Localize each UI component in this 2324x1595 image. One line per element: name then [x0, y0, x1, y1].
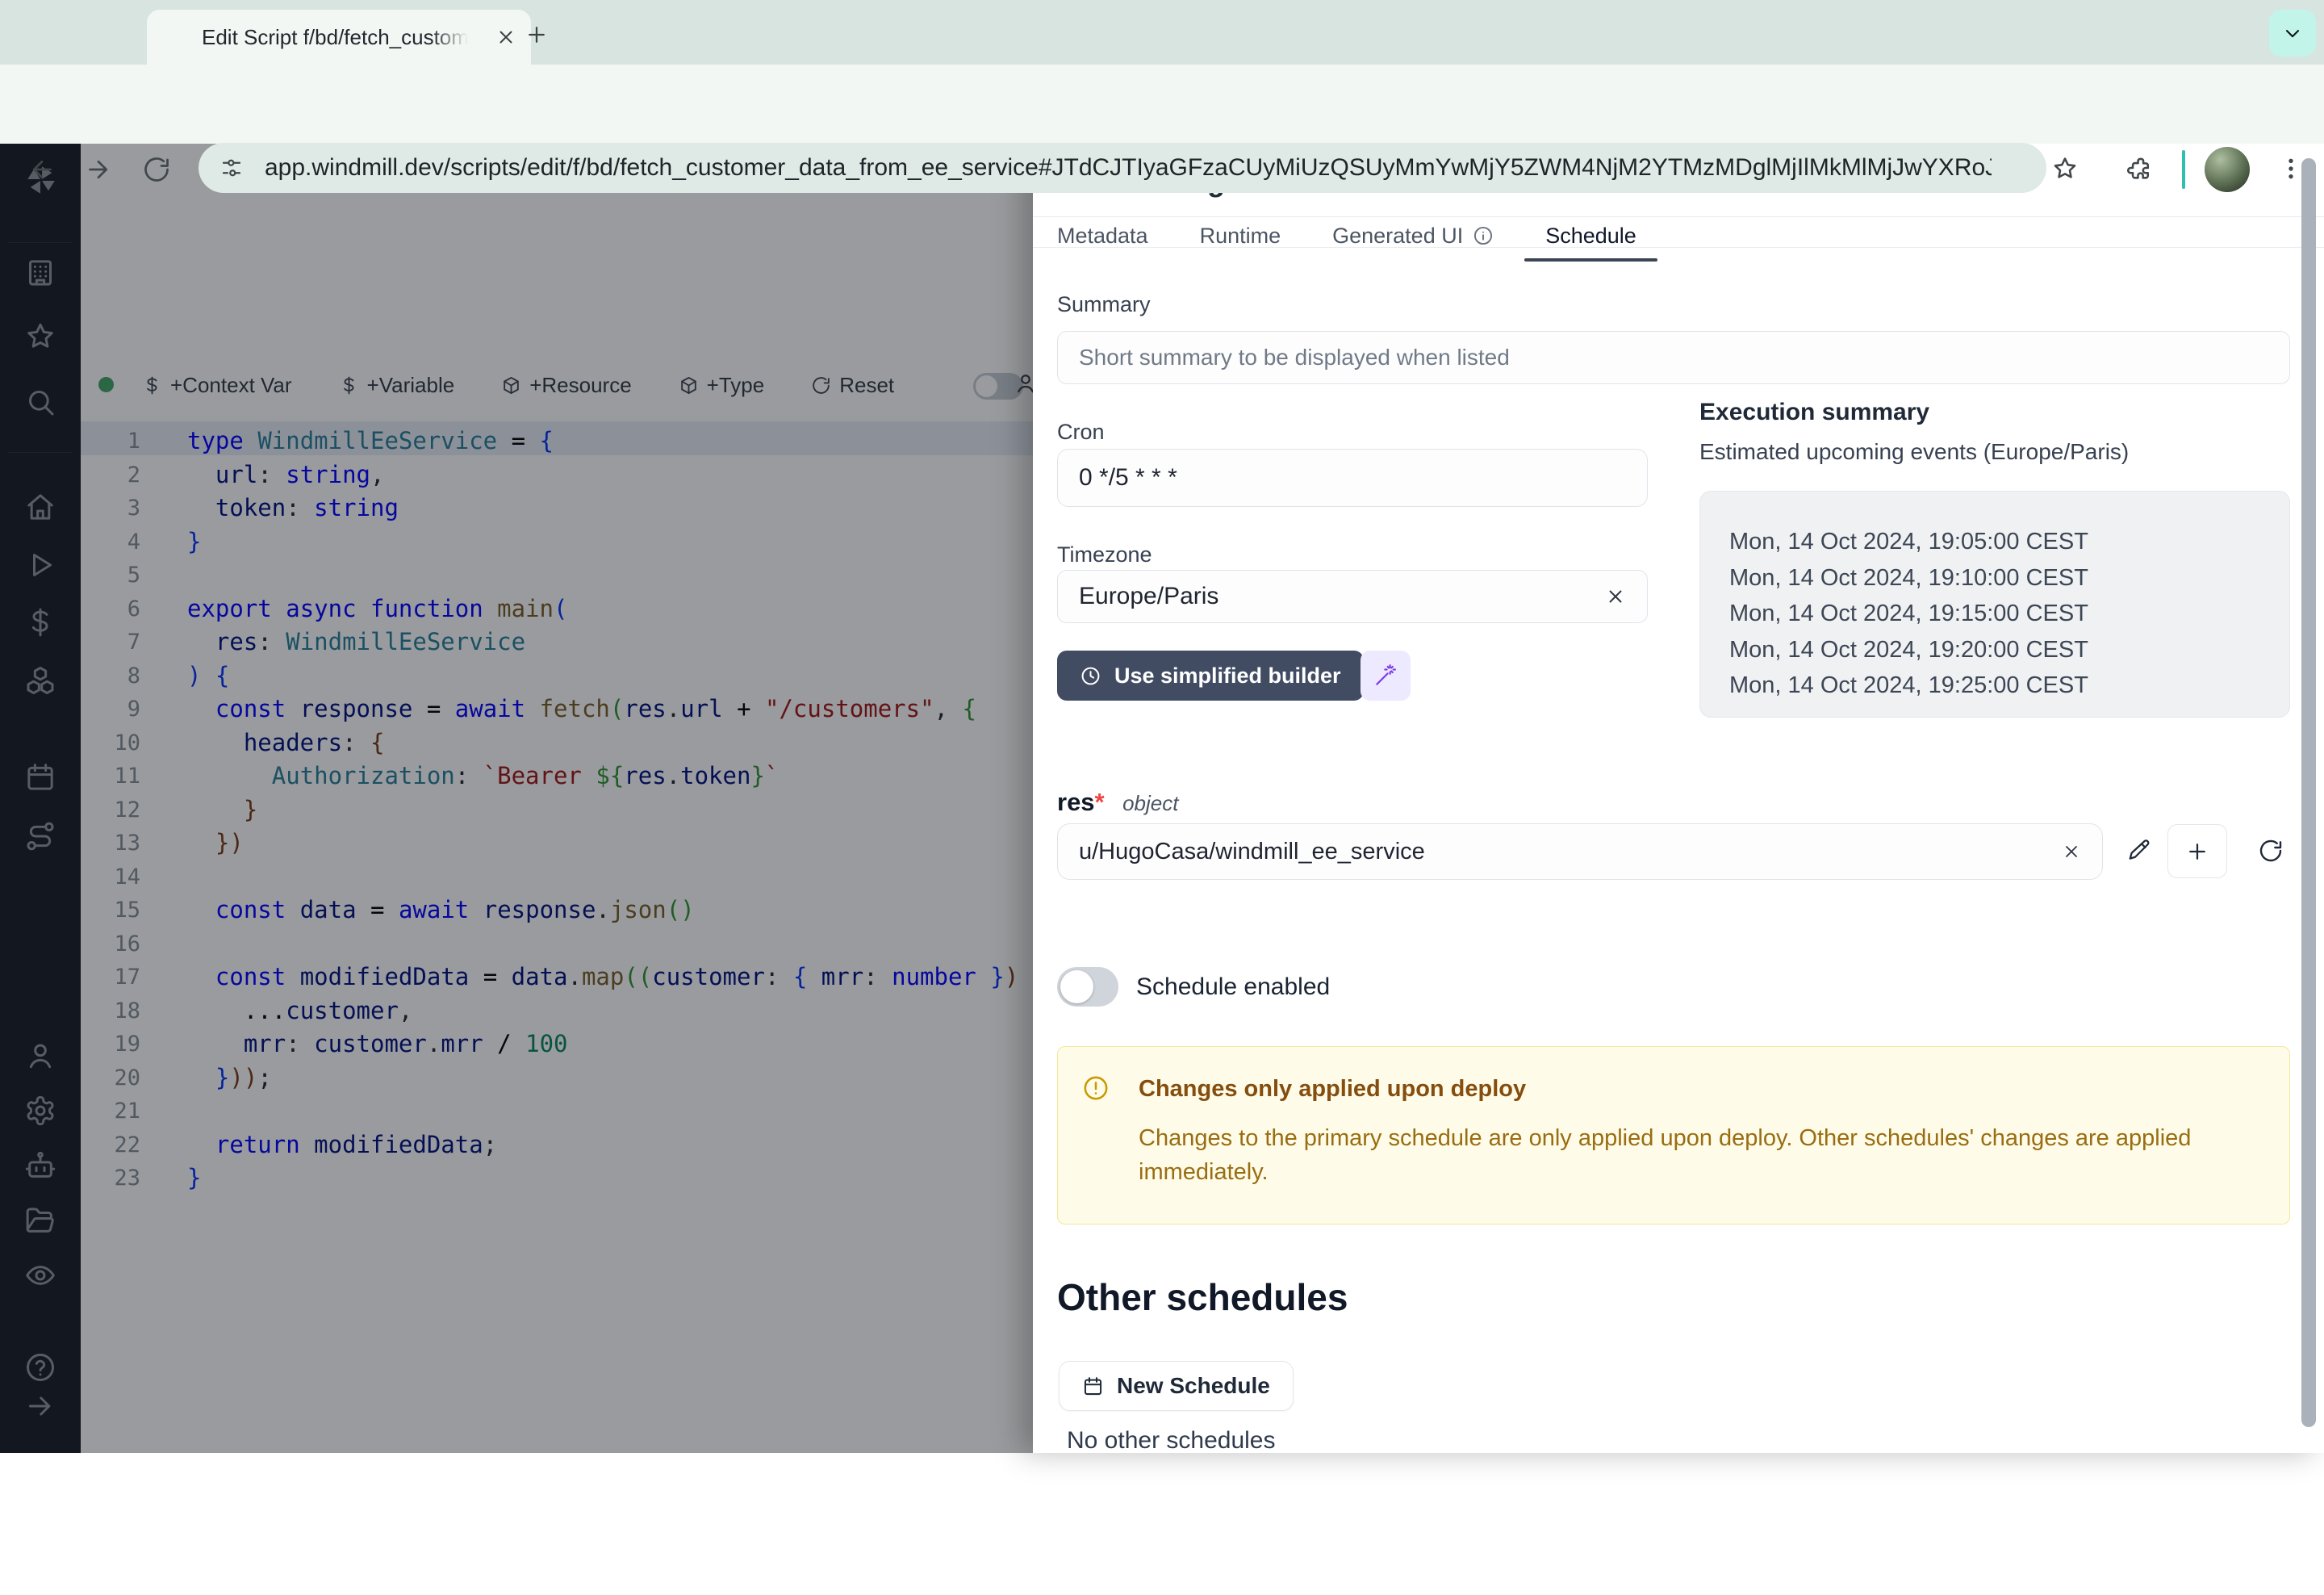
upcoming-event-row: Mon, 14 Oct 2024, 19:10:00 CEST: [1729, 560, 2289, 597]
drawer-backdrop[interactable]: [0, 142, 1033, 1453]
res-field-header: res* object: [1057, 788, 1178, 817]
ai-cron-button[interactable]: [1361, 651, 1411, 701]
tab-title: Edit Script f/bd/fetch_custom: [202, 25, 468, 50]
timezone-label: Timezone: [1057, 542, 1152, 567]
magic-wand-icon: [1373, 664, 1398, 688]
clock-icon: [1080, 665, 1101, 687]
menu-kebab-icon[interactable]: [2277, 155, 2305, 182]
settings-tabs: Metadata Runtime Generated UI Schedule: [1057, 218, 1636, 253]
cron-input[interactable]: 0 */5 * * *: [1057, 449, 1648, 507]
profile-divider: [2182, 150, 2185, 189]
deploy-warning-box: Changes only applied upon deploy Changes…: [1057, 1046, 2290, 1225]
warning-title: Changes only applied upon deploy: [1139, 1076, 1526, 1103]
drawer-scrollbar[interactable]: [2301, 158, 2316, 1427]
profile-avatar[interactable]: [2205, 147, 2250, 192]
timezone-input[interactable]: Europe/Paris: [1057, 570, 1648, 623]
execution-summary-subtitle: Estimated upcoming events (Europe/Paris): [1699, 439, 2129, 465]
new-schedule-button[interactable]: New Schedule: [1059, 1361, 1294, 1411]
timezone-value: Europe/Paris: [1079, 583, 1218, 610]
tab-runtime[interactable]: Runtime: [1200, 218, 1281, 253]
url-text: app.windmill.dev/scripts/edit/f/bd/fetch…: [265, 154, 1992, 182]
site-settings-icon[interactable]: [219, 156, 244, 180]
back-icon[interactable]: [27, 155, 56, 184]
bookmark-star-icon[interactable]: [2051, 155, 2079, 182]
upcoming-event-row: Mon, 14 Oct 2024, 19:15:00 CEST: [1729, 596, 2289, 632]
res-type: object: [1122, 791, 1178, 815]
res-required-mark: *: [1095, 788, 1105, 816]
resource-edit-pencil-icon[interactable]: [2127, 838, 2151, 862]
summary-input[interactable]: Short summary to be displayed when liste…: [1057, 331, 2290, 384]
timezone-clear-icon[interactable]: [1605, 586, 1626, 607]
execution-summary-title: Execution summary: [1699, 399, 1929, 426]
summary-placeholder: Short summary to be displayed when liste…: [1079, 345, 1510, 370]
new-schedule-label: New Schedule: [1117, 1373, 1270, 1399]
no-other-schedules-text: No other schedules: [1067, 1427, 1276, 1455]
resource-clear-icon[interactable]: [2062, 842, 2081, 861]
browser-toolbar: app.windmill.dev/scripts/edit/f/bd/fetch…: [0, 65, 2324, 144]
res-name: res: [1057, 788, 1095, 816]
simplified-builder-button[interactable]: Use simplified builder: [1057, 651, 1364, 701]
browser-tab[interactable]: Edit Script f/bd/fetch_custom: [147, 10, 531, 65]
alert-circle-icon: [1082, 1074, 1110, 1102]
upcoming-event-row: Mon, 14 Oct 2024, 19:05:00 CEST: [1729, 524, 2289, 560]
toggle-knob: [1060, 970, 1093, 1003]
upcoming-events-box: Mon, 14 Oct 2024, 19:05:00 CESTMon, 14 O…: [1699, 491, 2290, 718]
tab-metadata[interactable]: Metadata: [1057, 218, 1148, 253]
upcoming-event-row: Mon, 14 Oct 2024, 19:25:00 CEST: [1729, 668, 2289, 704]
reload-icon[interactable]: [142, 155, 171, 184]
new-tab-button[interactable]: [525, 23, 549, 47]
plus-icon: [2185, 839, 2209, 864]
cron-label: Cron: [1057, 420, 1105, 445]
resource-value: u/HugoCasa/windmill_ee_service: [1079, 839, 1425, 865]
tabs-divider: [1033, 247, 2324, 248]
upcoming-event-row: Mon, 14 Oct 2024, 19:20:00 CEST: [1729, 632, 2289, 668]
tab-search-chevron-button[interactable]: [2269, 10, 2316, 57]
schedule-enabled-label: Schedule enabled: [1136, 973, 1330, 1001]
resource-add-button[interactable]: [2167, 824, 2227, 878]
cron-value: 0 */5 * * *: [1079, 464, 1177, 492]
chevron-down-icon: [2281, 22, 2304, 44]
summary-label: Summary: [1057, 292, 1151, 317]
browser-tabstrip: Edit Script f/bd/fetch_custom: [0, 0, 2324, 65]
warning-body: Changes to the primary schedule are only…: [1139, 1121, 2252, 1189]
calendar-icon: [1082, 1375, 1104, 1397]
resource-refresh-icon[interactable]: [2258, 838, 2284, 864]
forward-icon[interactable]: [84, 155, 113, 184]
tab-close-icon[interactable]: [495, 27, 516, 48]
tab-schedule[interactable]: Schedule: [1545, 218, 1636, 253]
url-bar[interactable]: app.windmill.dev/scripts/edit/f/bd/fetch…: [199, 143, 2046, 193]
windmill-favicon-icon: [161, 23, 189, 51]
resource-input[interactable]: u/HugoCasa/windmill_ee_service: [1057, 823, 2103, 880]
settings-drawer: Settings MetadataRuntimeGenerated UISche…: [1033, 142, 2324, 1453]
header-divider: [1033, 216, 2324, 217]
info-icon: [1473, 225, 1494, 246]
other-schedules-title: Other schedules: [1057, 1275, 1348, 1319]
simplified-builder-label: Use simplified builder: [1114, 664, 1341, 689]
tab-generated-ui[interactable]: Generated UI: [1332, 218, 1494, 253]
extensions-icon[interactable]: [2125, 155, 2153, 182]
schedule-enabled-toggle[interactable]: [1057, 967, 1118, 1007]
